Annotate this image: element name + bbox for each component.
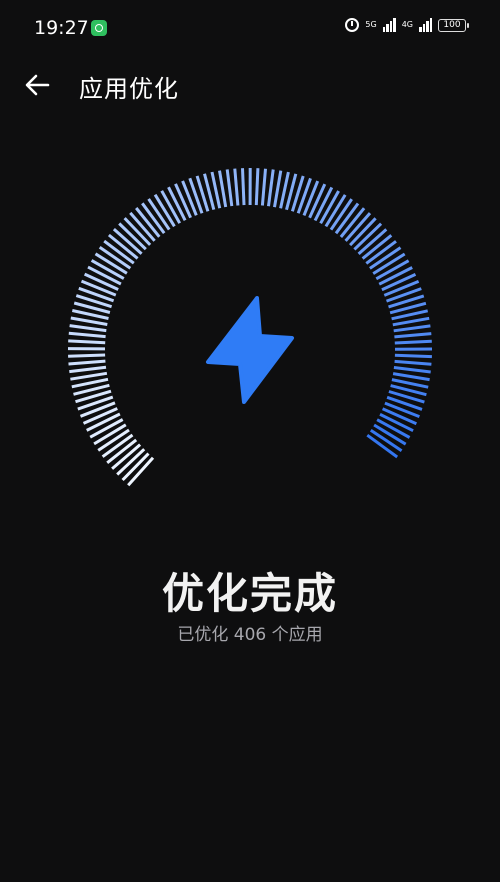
gauge-tick (174, 183, 192, 219)
result-title: 优化完成 (161, 569, 338, 618)
gauge-tick (394, 359, 432, 366)
gauge-tick (69, 324, 107, 333)
gauge-tick (241, 168, 246, 206)
battery-icon: 100 (438, 18, 469, 32)
result-subtitle: 已优化 406 个应用 (177, 625, 323, 645)
app-header: 应用优化 (0, 60, 500, 110)
gauge-tick (181, 180, 198, 216)
gauge-tick (68, 353, 106, 358)
gauge-tick (394, 339, 432, 345)
back-button[interactable] (22, 70, 54, 100)
page-title: 应用优化 (79, 75, 179, 103)
status-time: 19:27 (34, 17, 89, 39)
gauge-tick (383, 280, 420, 297)
gauge-ring (67, 167, 433, 487)
gauge-tick (69, 365, 107, 374)
gauge-tick (302, 180, 320, 216)
gauge-tick (394, 353, 432, 359)
gauge-tick (381, 407, 418, 426)
gauge-tick (392, 372, 430, 382)
gauge-tick (82, 407, 118, 425)
gauge-tick (381, 273, 417, 292)
gauge-tick (308, 183, 327, 219)
gauge-tick (80, 279, 117, 297)
gauge-tick (83, 272, 119, 291)
alarm-icon (345, 18, 360, 32)
gauge-tick (267, 169, 275, 207)
gauge-tick (260, 168, 267, 206)
lightning-bolt-icon (206, 296, 294, 404)
gauge-tick (225, 169, 234, 207)
optimization-gauge (50, 150, 450, 510)
gauge-tick (392, 316, 430, 327)
signal-strength-icon (382, 18, 396, 32)
gauge-tick (254, 168, 260, 206)
gauge-tick (393, 366, 431, 374)
gauge-tick (394, 332, 432, 339)
gauge-tick (68, 331, 106, 339)
gauge-tick (70, 371, 108, 381)
network-4g-label: 4G (401, 20, 413, 29)
gauge-tick (68, 359, 106, 366)
app-notification-icon (91, 20, 107, 36)
gauge-tick (393, 324, 431, 333)
gauge-tick (68, 339, 106, 345)
gauge-tick (218, 170, 228, 208)
status-bar: 19:27 5G 4G 100 (0, 0, 500, 56)
gauge-tick (233, 168, 240, 206)
gauge-tick (70, 316, 108, 326)
signal-strength-icon-2 (419, 18, 432, 32)
network-5g-label: 5G (365, 20, 377, 29)
back-arrow-icon (25, 74, 50, 96)
gauge-tick (273, 170, 283, 208)
status-indicators: 5G 4G 100 (345, 18, 469, 32)
